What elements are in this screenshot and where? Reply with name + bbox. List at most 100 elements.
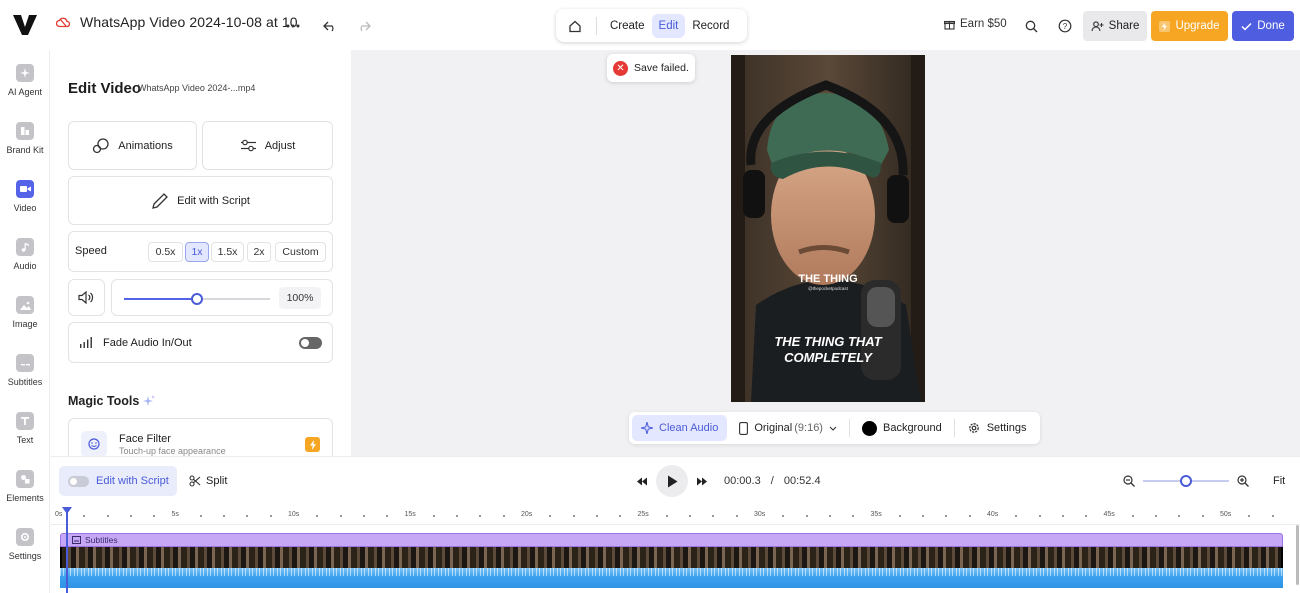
ruler-tick-label: 35s xyxy=(870,511,882,518)
done-button[interactable]: Done xyxy=(1232,11,1294,41)
earn-label: Earn $50 xyxy=(960,18,1007,30)
undo-icon[interactable] xyxy=(318,14,342,38)
volume-slider[interactable] xyxy=(124,293,270,305)
caption-top: THE THING xyxy=(798,273,857,285)
sparkle-icon xyxy=(641,422,653,434)
speed-option-custom[interactable]: Custom xyxy=(275,242,326,262)
volume-slider-handle[interactable] xyxy=(191,293,203,305)
ruler-tick-mark xyxy=(828,515,831,517)
tab-edit[interactable]: Edit xyxy=(651,13,686,38)
sidebar-item-ai-agent[interactable]: AI Agent xyxy=(0,64,50,97)
ruler-tick-mark xyxy=(712,515,715,517)
ruler-tick-mark xyxy=(316,515,319,517)
ruler-tick-mark xyxy=(572,515,575,517)
ruler-tick-mark xyxy=(432,515,435,517)
split-button[interactable]: Split xyxy=(189,475,227,487)
phone-icon xyxy=(739,421,749,435)
app-logo[interactable] xyxy=(12,14,38,36)
nav-divider xyxy=(596,16,597,35)
earn-link[interactable]: Earn $50 xyxy=(944,18,1007,30)
clean-audio-button[interactable]: Clean Audio xyxy=(632,415,728,441)
speed-option-1x[interactable]: 1x xyxy=(185,242,209,262)
zoom-slider[interactable] xyxy=(1143,475,1229,487)
check-icon xyxy=(1241,22,1252,31)
sidebar-item-audio[interactable]: Audio xyxy=(0,238,50,271)
home-icon[interactable] xyxy=(560,13,590,39)
preview-settings-button[interactable]: Settings xyxy=(955,412,1039,444)
caption-main-line-1: THE THING THAT xyxy=(774,334,882,349)
video-track-filmstrip[interactable] xyxy=(60,547,1283,568)
sidebar-label: Text xyxy=(16,435,34,445)
sidebar-item-settings[interactable]: Settings xyxy=(0,528,50,561)
bolt-icon xyxy=(1159,20,1171,32)
sidebar-item-video[interactable]: Video xyxy=(0,180,50,213)
upgrade-button[interactable]: Upgrade xyxy=(1151,11,1228,41)
timeline-edit-with-script-toggle[interactable]: Edit with Script xyxy=(59,466,177,496)
toast-message: Save failed. xyxy=(634,62,689,74)
zoom-in-icon[interactable] xyxy=(1237,475,1249,487)
speed-option-0-5x[interactable]: 0.5x xyxy=(148,242,183,262)
volume-value[interactable]: 100% xyxy=(279,287,321,309)
face-filter-subtitle: Touch-up face appearance xyxy=(119,446,226,456)
tab-create[interactable]: Create xyxy=(603,14,652,38)
search-icon[interactable] xyxy=(1019,14,1043,38)
sidebar-item-image[interactable]: Image xyxy=(0,296,50,329)
adjust-button[interactable]: Adjust xyxy=(202,121,333,170)
sidebar-item-subtitles[interactable]: Subtitles xyxy=(0,354,50,387)
speed-option-1-5x[interactable]: 1.5x xyxy=(211,242,244,262)
cloud-warning-icon[interactable] xyxy=(56,16,70,28)
tab-record[interactable]: Record xyxy=(685,14,736,38)
sliders-icon xyxy=(240,139,256,152)
fade-audio-toggle[interactable] xyxy=(299,336,322,349)
background-color-swatch xyxy=(861,420,877,436)
gear-icon xyxy=(16,528,34,546)
face-filter-card[interactable]: Face Filter Touch-up face appearance xyxy=(68,418,333,456)
ruler-tick-mark xyxy=(665,515,668,517)
project-title[interactable]: WhatsApp Video 2024-10-08 at 10 xyxy=(80,14,298,30)
fade-audio-label: Fade Audio In/Out xyxy=(103,336,192,349)
sidebar-label: Brand Kit xyxy=(6,145,44,155)
subtitles-track-label: Subtitles xyxy=(85,535,118,545)
more-options-icon[interactable] xyxy=(281,14,305,38)
scissors-icon xyxy=(189,475,201,487)
top-bar: WhatsApp Video 2024-10-08 at 10 Create E… xyxy=(0,0,1300,50)
edit-with-script-button[interactable]: Edit with Script xyxy=(68,176,333,225)
background-button[interactable]: Background xyxy=(850,412,954,444)
rewind-icon[interactable] xyxy=(636,477,648,486)
play-button[interactable] xyxy=(656,465,688,497)
playback-controls xyxy=(636,465,708,497)
video-frame[interactable]: THE THING @thepocketpodcast THE THING TH… xyxy=(731,55,925,402)
text-icon xyxy=(16,412,34,430)
app-root: WhatsApp Video 2024-10-08 at 10 Create E… xyxy=(0,0,1300,593)
zoom-slider-handle[interactable] xyxy=(1180,475,1192,487)
ruler-tick-mark xyxy=(1271,515,1274,517)
sidebar-item-brand-kit[interactable]: Brand Kit xyxy=(0,122,50,155)
sidebar-item-text[interactable]: Text xyxy=(0,412,50,445)
chevron-down-icon xyxy=(829,426,837,431)
help-icon[interactable]: ? xyxy=(1053,14,1077,38)
aspect-ratio-dropdown[interactable]: Original (9:16) xyxy=(727,412,849,444)
speed-control: Speed 0.5x 1x 1.5x 2x Custom xyxy=(68,231,333,272)
timeline-scrollbar[interactable] xyxy=(1296,525,1299,585)
caption-main-line-2: COMPLETELY xyxy=(784,350,873,365)
share-button[interactable]: Share xyxy=(1083,11,1147,41)
animations-button[interactable]: Animations xyxy=(68,121,197,170)
fit-button[interactable]: Fit xyxy=(1273,475,1285,487)
current-time: 00:00.3 xyxy=(724,475,761,487)
subtitles-track[interactable]: Subtitles xyxy=(60,533,1283,547)
fast-forward-icon[interactable] xyxy=(696,477,708,486)
sidebar-item-elements[interactable]: Elements xyxy=(0,470,50,503)
zoom-out-icon[interactable] xyxy=(1123,475,1135,487)
time-ruler[interactable]: 0s 5s 10s 15s 20s 25s 30s 35s 40s 45s 50s xyxy=(51,507,1300,525)
project-header: WhatsApp Video 2024-10-08 at 10 xyxy=(56,14,298,30)
ruler-tick-mark xyxy=(339,515,342,517)
redo-icon[interactable] xyxy=(352,14,376,38)
audio-track-waveform[interactable] xyxy=(60,568,1283,588)
playhead[interactable] xyxy=(62,507,72,593)
volume-mute-button[interactable] xyxy=(68,279,105,316)
script-toggle-switch[interactable] xyxy=(68,475,89,487)
ruler-tick-mark xyxy=(1155,515,1158,517)
aspect-ratio-label: Original xyxy=(754,422,793,434)
speed-option-2x[interactable]: 2x xyxy=(247,242,271,262)
ruler-tick-mark xyxy=(689,515,692,517)
